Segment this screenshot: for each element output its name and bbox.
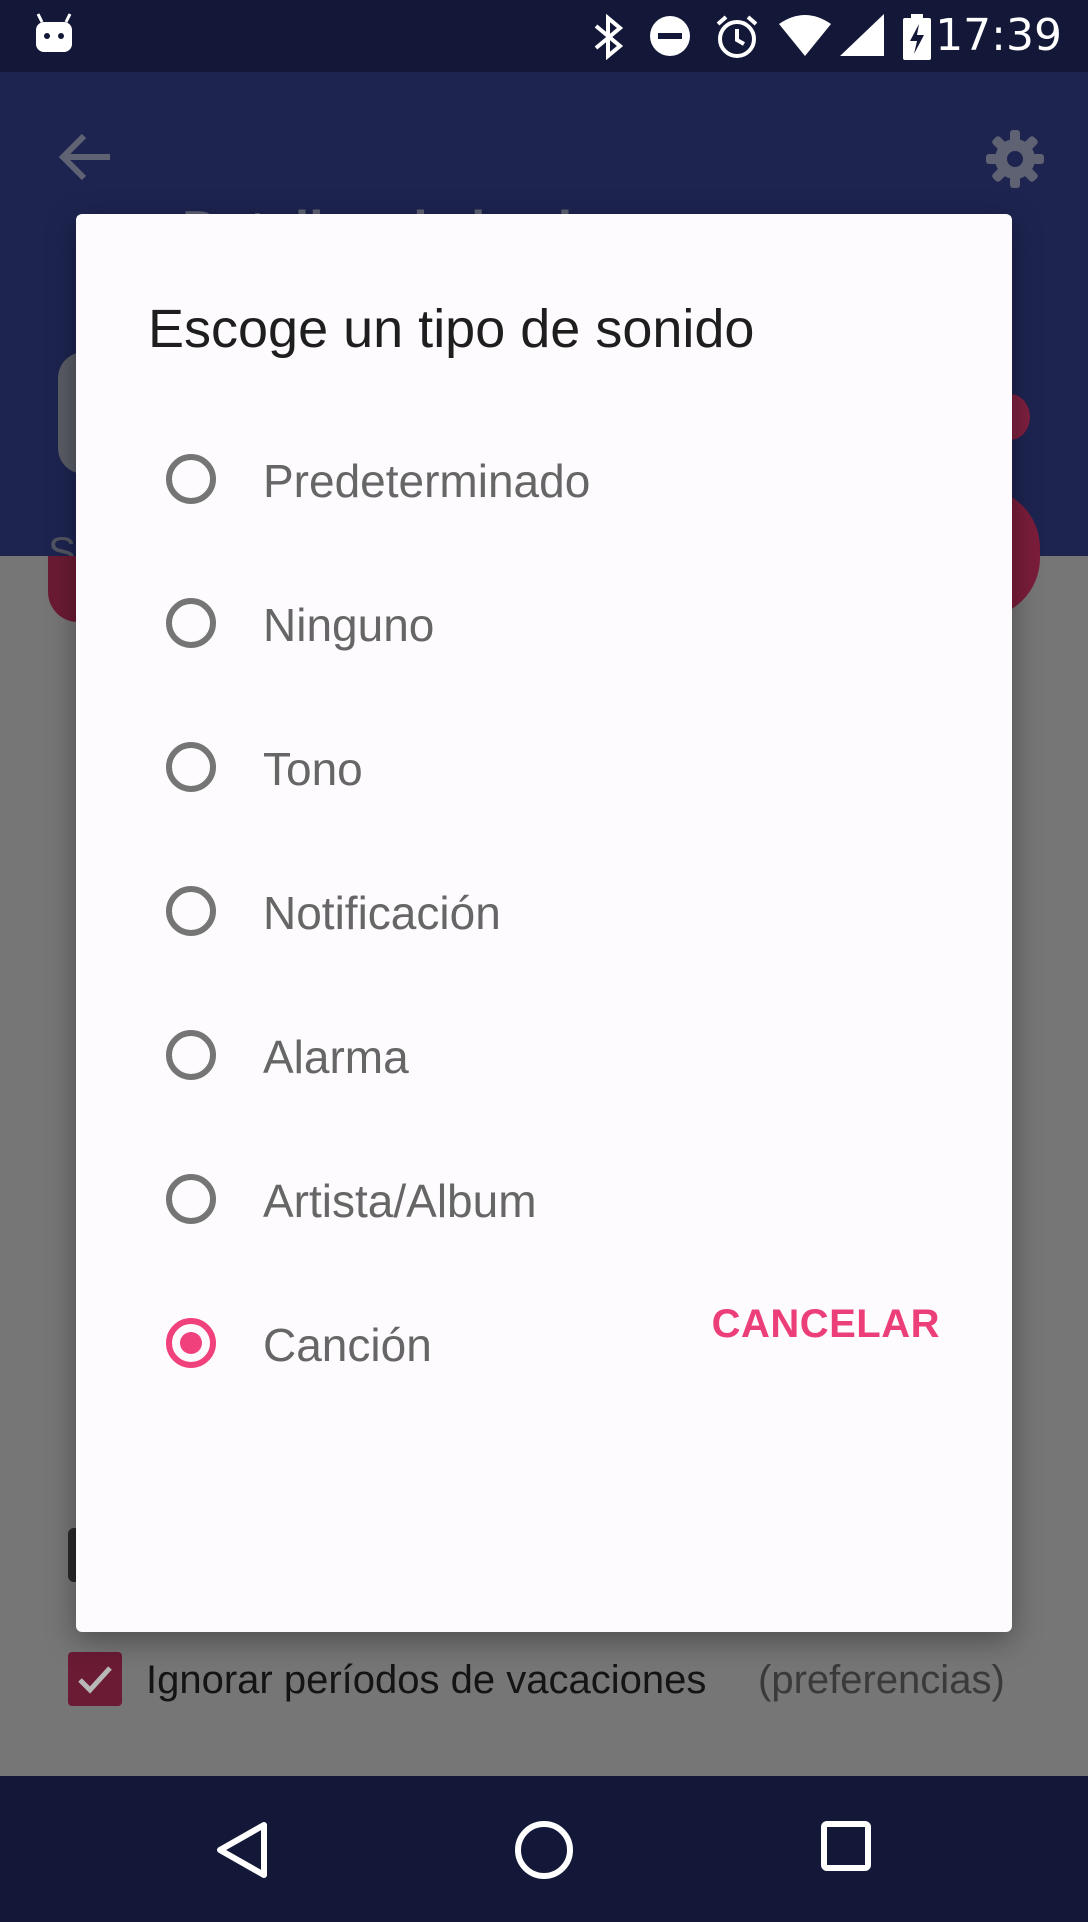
do-not-disturb-icon [650, 16, 690, 56]
option-label: Canción [263, 1319, 432, 1371]
gear-icon[interactable] [984, 128, 1046, 190]
alarm-icon [716, 15, 758, 58]
radio-button-selected[interactable] [166, 1318, 216, 1368]
radio-button[interactable] [166, 454, 216, 504]
wifi-icon [779, 15, 831, 56]
option-label: Tono [263, 743, 363, 795]
radio-button[interactable] [166, 1174, 216, 1224]
arrow-back-icon[interactable] [58, 132, 112, 182]
android-icon [36, 13, 72, 52]
option-alarma[interactable]: Alarma [76, 1004, 1012, 1114]
option-label: Ninguno [263, 599, 435, 651]
option-tono[interactable]: Tono [76, 716, 1012, 826]
radio-button[interactable] [166, 1030, 216, 1080]
back-triangle-icon[interactable] [214, 1820, 270, 1880]
option-label: Alarma [263, 1031, 409, 1083]
option-predeterminado[interactable]: Predeterminado [76, 428, 1012, 538]
option-notificacion[interactable]: Notificación [76, 860, 1012, 970]
home-circle-icon[interactable] [514, 1820, 574, 1880]
sound-type-dialog: Escoge un tipo de sonido Predeterminado … [76, 214, 1012, 1632]
option-label: Predeterminado [263, 455, 591, 507]
bluetooth-icon [594, 14, 624, 60]
recents-square-icon[interactable] [820, 1820, 872, 1872]
radio-button[interactable] [166, 886, 216, 936]
holiday-checkbox[interactable] [68, 1652, 122, 1706]
radio-button[interactable] [166, 742, 216, 792]
check-icon [78, 1666, 112, 1694]
status-time: 17:39 [935, 10, 1062, 61]
holiday-checkbox-label: Ignorar períodos de vacaciones [146, 1658, 707, 1702]
status-bar: 17:39 [0, 0, 1088, 72]
cancel-button[interactable]: CANCELAR [712, 1302, 940, 1347]
navigation-bar [0, 1776, 1088, 1922]
radio-button[interactable] [166, 598, 216, 648]
option-label: Artista/Album [263, 1175, 537, 1227]
battery-charging-icon [903, 14, 931, 60]
option-ninguno[interactable]: Ninguno [76, 572, 1012, 682]
preferences-link[interactable]: (preferencias) [758, 1658, 1005, 1703]
option-artista-album[interactable]: Artista/Album [76, 1148, 1012, 1258]
signal-icon [840, 14, 884, 56]
dialog-title: Escoge un tipo de sonido [148, 299, 755, 359]
option-label: Notificación [263, 887, 501, 939]
